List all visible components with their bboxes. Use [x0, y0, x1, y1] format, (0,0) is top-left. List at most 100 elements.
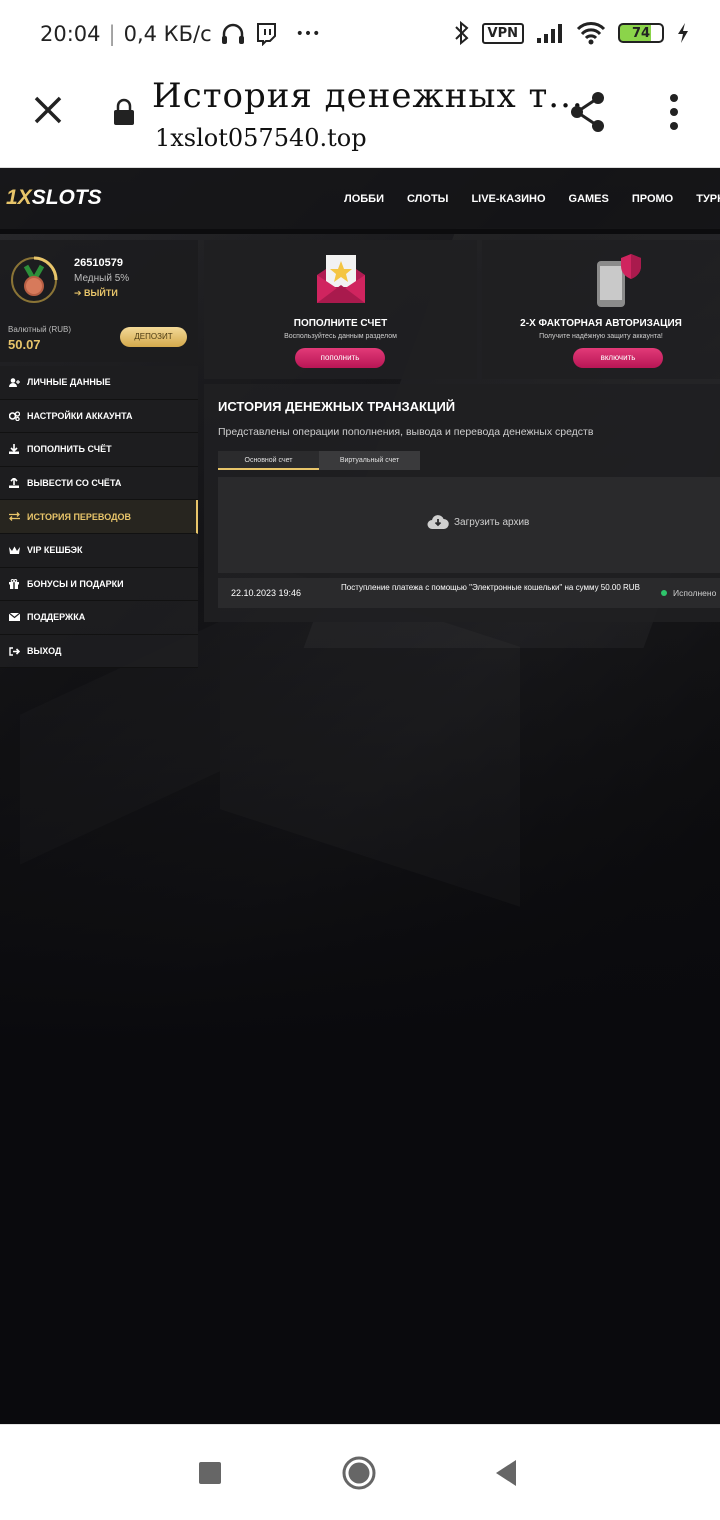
bluetooth-icon: [454, 20, 469, 46]
site-header: 1XSLOTS ЛОББИ СЛОТЫ LIVE-КАЗИНО GAMES ПР…: [0, 168, 720, 234]
menu-personal-data[interactable]: ЛИЧНЫЕ ДАННЫЕ: [0, 366, 198, 400]
promo-enable-2fa-button[interactable]: включить: [573, 348, 663, 368]
nav-promo[interactable]: ПРОМО: [632, 193, 673, 205]
promo-title: ПОПОЛНИТЕ СЧЕТ: [293, 318, 388, 329]
network-speed: 0,4 КБ/с: [123, 22, 212, 46]
cloud-download-icon: [427, 515, 449, 529]
promo-subtitle: Воспользуйтесь данным разделом: [284, 333, 397, 340]
table-row[interactable]: 22.10.2023 19:46 Поступление платежа с п…: [218, 578, 720, 608]
status-label: Исполнено: [673, 588, 717, 598]
menu-label: ВЫХОД: [27, 646, 62, 657]
nav-lobby[interactable]: ЛОББИ: [344, 193, 384, 205]
menu-label: VIP КЕШБЭК: [27, 545, 83, 556]
menu-label: ЛИЧНЫЕ ДАННЫЕ: [27, 377, 111, 388]
clock: 20:04: [40, 22, 101, 46]
sign-out-icon: [8, 646, 20, 656]
deposit-button[interactable]: ДЕПОЗИТ: [120, 327, 187, 347]
gears-icon: [8, 411, 20, 421]
transaction-date: 22.10.2023 19:46: [231, 588, 302, 598]
home-icon[interactable]: [341, 1455, 377, 1491]
menu-label: ИСТОРИЯ ПЕРЕВОДОВ: [27, 511, 132, 522]
nav-live-casino[interactable]: LIVE-КАЗИНО: [471, 193, 545, 205]
history-description: Представлены операции пополнения, вывода…: [218, 426, 594, 438]
sign-out-icon: ➔: [74, 288, 85, 298]
download-icon: [8, 444, 20, 455]
nav-slots[interactable]: СЛОТЫ: [407, 193, 448, 205]
status-dot-icon: [661, 590, 667, 596]
history-title: ИСТОРИЯ ДЕНЕЖНЫХ ТРАНЗАКЦИЙ: [218, 399, 456, 414]
website-viewport: 1XSLOTS ЛОББИ СЛОТЫ LIVE-КАЗИНО GAMES ПР…: [0, 168, 720, 1424]
balance-label: Валютный (RUB): [8, 325, 72, 334]
battery-level: 74: [631, 25, 651, 41]
wifi-icon: [576, 22, 606, 45]
medal-icon: [11, 256, 58, 303]
archive-download-area[interactable]: Загрузить архив: [218, 477, 720, 573]
vpn-badge: VPN: [481, 22, 524, 44]
page-title: История денежных т...: [152, 76, 584, 116]
close-icon[interactable]: [30, 92, 66, 128]
menu-label: ПОПОЛНИТЬ СЧЁТ: [27, 444, 112, 455]
menu-label: ПОДДЕРЖКА: [27, 612, 86, 623]
tab-virtual-account[interactable]: Виртуальный счет: [319, 451, 420, 470]
menu-label: НАСТРОЙКИ АККАУНТА: [27, 410, 133, 421]
tab-main-account[interactable]: Основной счет: [218, 451, 319, 470]
nav-games[interactable]: GAMES: [569, 193, 609, 205]
envelope-icon: [8, 612, 20, 622]
logout-link[interactable]: ➔ ВЫЙТИ: [74, 288, 118, 299]
user-id: 26510579: [74, 257, 123, 269]
main-nav: ЛОББИ СЛОТЫ LIVE-КАЗИНО GAMES ПРОМО ТУРН…: [344, 193, 720, 205]
menu-withdraw[interactable]: ВЫВЕСТИ СО СЧЁТА: [0, 466, 198, 501]
promo-card-deposit: ПОПОЛНИТЕ СЧЕТ Воспользуйтесь данным раз…: [204, 240, 477, 379]
browser-toolbar: История денежных т... 1xslot057540.top: [0, 70, 720, 168]
user-level: Медный 5%: [74, 273, 130, 284]
menu-transfer-history[interactable]: ИСТОРИЯ ПЕРЕВОДОВ: [0, 500, 198, 534]
logo-text: SLOTS: [31, 186, 102, 209]
more-notifications: •••: [295, 26, 321, 42]
back-icon[interactable]: [494, 1458, 518, 1488]
logout-label: ВЫЙТИ: [84, 288, 118, 298]
system-nav-bar: [0, 1424, 720, 1520]
transaction-description: Поступление платежа с помощью "Электронн…: [341, 583, 640, 592]
promo-deposit-button[interactable]: пополнить: [295, 348, 385, 368]
site-logo[interactable]: 1XSLOTS: [6, 186, 102, 210]
menu-vip-cashback[interactable]: VIP КЕШБЭК: [0, 533, 198, 568]
menu-bonuses[interactable]: БОНУСЫ И ПОДАРКИ: [0, 567, 198, 602]
separator: |: [108, 22, 116, 46]
transaction-status: Исполнено: [661, 588, 716, 598]
menu-label: БОНУСЫ И ПОДАРКИ: [27, 578, 124, 589]
menu-logout[interactable]: ВЫХОД: [0, 634, 198, 669]
archive-label: Загрузить архив: [454, 517, 530, 528]
more-options-icon[interactable]: [664, 92, 684, 132]
share-icon[interactable]: [568, 90, 608, 134]
transfer-arrows-icon: [8, 512, 20, 522]
account-tabs: Основной счет Виртуальный счет: [218, 451, 420, 470]
envelope-star-icon: [317, 255, 365, 303]
nav-tournaments[interactable]: ТУРНИРЫ: [696, 193, 720, 205]
menu-label: ВЫВЕСТИ СО СЧЁТА: [27, 478, 122, 489]
profile-card: 26510579 Медный 5% ➔ ВЫЙТИ Валютный (RUB…: [0, 240, 198, 362]
charging-icon: [678, 23, 688, 43]
twitch-icon: [256, 23, 276, 46]
page-url[interactable]: 1xslot057540.top: [155, 124, 367, 152]
transaction-history-panel: ИСТОРИЯ ДЕНЕЖНЫХ ТРАНЗАКЦИЙ Представлены…: [204, 384, 720, 622]
lock-icon: [114, 98, 134, 125]
gift-icon: [8, 578, 20, 589]
headset-icon: [221, 23, 244, 44]
balance-value: 50.07: [8, 337, 41, 352]
logo-prefix: 1X: [6, 186, 32, 209]
user-plus-icon: [8, 377, 20, 387]
account-menu: ЛИЧНЫЕ ДАННЫЕ НАСТРОЙКИ АККАУНТА ПОПОЛНИ…: [0, 366, 198, 669]
promo-subtitle: Получите надёжную защиту аккаунта!: [539, 333, 663, 340]
promo-card-2fa: 2-Х ФАКТОРНАЯ АВТОРИЗАЦИЯ Получите надёж…: [482, 240, 720, 379]
signal-icon: [537, 24, 562, 43]
recents-icon[interactable]: [199, 1462, 221, 1484]
crown-icon: [8, 545, 20, 555]
battery-indicator: 74: [618, 23, 664, 43]
upload-icon: [8, 478, 20, 489]
phone-shield-icon: [597, 254, 641, 307]
menu-account-settings[interactable]: НАСТРОЙКИ АККАУНТА: [0, 399, 198, 434]
menu-support[interactable]: ПОДДЕРЖКА: [0, 601, 198, 635]
status-bar: 20:04 | 0,4 КБ/с ••• VPN 74: [0, 0, 720, 70]
promo-title: 2-Х ФАКТОРНАЯ АВТОРИЗАЦИЯ: [520, 318, 682, 329]
menu-deposit[interactable]: ПОПОЛНИТЬ СЧЁТ: [0, 433, 198, 467]
